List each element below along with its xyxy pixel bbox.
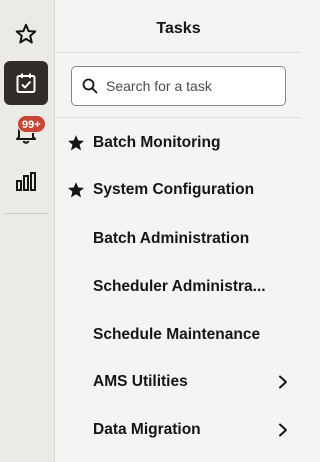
task-label: Scheduler Administra...: [93, 278, 266, 295]
title-divider: [56, 52, 301, 53]
task-label: AMS Utilities: [93, 373, 188, 390]
favorite-star-icon: [68, 135, 84, 151]
rail-divider: [4, 213, 48, 214]
search-icon: [82, 78, 98, 94]
task-label: Batch Monitoring: [93, 134, 221, 151]
navigation-rail: 99+: [0, 0, 55, 462]
task-label: Batch Administration: [93, 230, 250, 247]
tasks-panel: Tasks Batch Monitoring System Configurat…: [56, 0, 301, 462]
task-ams-utilities[interactable]: AMS Utilities: [56, 362, 301, 402]
task-schedule-maintenance[interactable]: Schedule Maintenance: [56, 315, 301, 355]
task-batch-monitoring[interactable]: Batch Monitoring: [56, 123, 301, 163]
search-divider: [56, 117, 301, 118]
star-icon: [15, 23, 37, 44]
favorites-button[interactable]: [4, 12, 48, 56]
task-batch-administration[interactable]: Batch Administration: [56, 219, 301, 259]
favorite-star-icon: [68, 182, 84, 198]
bar-chart-icon: [16, 172, 36, 191]
task-list-icon: [16, 73, 36, 93]
search-box[interactable]: [71, 66, 286, 106]
task-label: Schedule Maintenance: [93, 326, 261, 343]
chevron-right-icon: [279, 423, 287, 437]
task-data-migration[interactable]: Data Migration: [56, 410, 301, 450]
task-label: System Configuration: [93, 181, 255, 198]
task-system-configuration[interactable]: System Configuration: [56, 170, 301, 210]
analytics-button[interactable]: [4, 160, 48, 204]
panel-title: Tasks: [156, 20, 201, 37]
search-input[interactable]: [106, 78, 276, 94]
task-scheduler-administration[interactable]: Scheduler Administra...: [56, 267, 301, 307]
tasks-button[interactable]: [4, 61, 48, 105]
chevron-right-icon: [279, 375, 287, 389]
task-label: Data Migration: [93, 421, 201, 438]
notification-count-badge: 99+: [17, 115, 46, 133]
